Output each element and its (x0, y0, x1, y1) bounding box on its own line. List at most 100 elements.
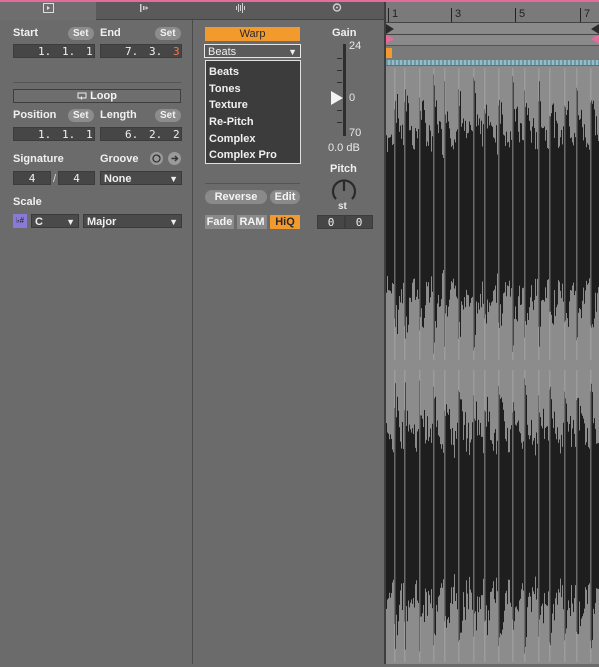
end-marker[interactable] (591, 34, 599, 44)
waveform-sample (451, 444, 452, 588)
length-field[interactable]: 6. 2. 2 (100, 127, 182, 141)
tab-sample[interactable] (192, 2, 289, 20)
groove-select[interactable]: None ▼ (100, 171, 182, 185)
tab-clip[interactable] (0, 2, 96, 20)
waveform-sample (568, 431, 569, 601)
waveform-sample (580, 405, 581, 627)
signature-denominator[interactable]: 4 (58, 171, 95, 185)
warp-mode-select[interactable]: Beats ▼ (204, 44, 301, 58)
transient-line (419, 68, 421, 360)
waveform-sample (508, 141, 509, 287)
scale-mode-select[interactable]: Major ▼ (83, 214, 182, 228)
transient-line (433, 370, 435, 662)
warp-marker[interactable] (386, 48, 392, 58)
waveform-sample (535, 149, 536, 279)
ruler-label: 3 (455, 8, 462, 20)
waveform-sample (527, 115, 528, 313)
start-set-button[interactable]: Set (68, 27, 94, 40)
waveform-sample (560, 137, 561, 291)
waveform-sample (593, 100, 594, 328)
waveform-sample (509, 452, 510, 580)
warp-mode-option[interactable]: Texture (209, 99, 248, 111)
loop-start-marker[interactable] (386, 24, 394, 34)
waveform-sample (573, 145, 574, 283)
waveform-sample (567, 421, 568, 611)
pitch-semitones-field[interactable]: 0 (317, 215, 345, 229)
waveform-sample (437, 420, 438, 612)
waveform-sample (561, 129, 562, 299)
position-set-button[interactable]: Set (68, 109, 94, 122)
waveform-sample (478, 125, 479, 303)
waveform-sample (464, 130, 465, 298)
waveform-sample (516, 108, 517, 320)
waveform-sample (515, 424, 516, 608)
waveform-sample (496, 125, 497, 303)
position-field[interactable]: 1. 1. 1 (13, 127, 95, 141)
waveform-sample (428, 145, 429, 283)
waveform-sample (566, 115, 567, 313)
warp-mode-option[interactable]: Tones (209, 83, 241, 95)
waveform-sample (563, 422, 564, 610)
waveform-sample (400, 441, 401, 591)
groove-commit-icon[interactable] (168, 152, 181, 165)
ram-button[interactable]: RAM (237, 215, 267, 229)
waveform-ruler[interactable]: 1 3 5 7 (386, 2, 599, 23)
waveform-sample (537, 443, 538, 589)
waveform-sample (460, 91, 461, 337)
groove-hot-swap-icon[interactable] (150, 152, 163, 165)
waveform-sample (531, 419, 532, 613)
reverse-button[interactable]: Reverse (205, 190, 267, 204)
position-sixteenth: 1 (86, 128, 93, 141)
waveform-sample (551, 113, 552, 315)
waveform-sample (593, 423, 594, 609)
fade-button[interactable]: Fade (205, 215, 234, 229)
loop-brace-strip[interactable] (386, 23, 599, 46)
warp-toggle[interactable]: Warp (205, 27, 300, 41)
waveform-sample (574, 132, 575, 296)
waveform-sample (528, 435, 529, 597)
waveform-sample (555, 433, 556, 599)
gain-value[interactable]: 0.0 dB (328, 142, 360, 154)
transient-line (498, 68, 500, 360)
start-marker[interactable] (386, 34, 394, 44)
waveform-sample (398, 410, 399, 622)
waveform-sample (556, 439, 557, 593)
waveform-sample (436, 100, 437, 328)
scale-mode-icon[interactable]: ♭# (13, 214, 27, 228)
waveform-display[interactable] (386, 66, 599, 664)
waveform-sample (585, 444, 586, 588)
waveform-sample (594, 109, 595, 319)
pitch-unit: st (338, 201, 347, 212)
waveform-sample (557, 123, 558, 305)
tab-envelopes[interactable] (96, 2, 192, 20)
end-set-button[interactable]: Set (155, 27, 181, 40)
waveform-sample (453, 149, 454, 279)
tab-settings[interactable] (289, 2, 385, 20)
warp-mode-option[interactable]: Complex (209, 133, 255, 145)
warp-mode-option[interactable]: Re-Pitch (209, 116, 254, 128)
waveform-sample (575, 137, 576, 291)
gain-fader-handle[interactable] (331, 91, 343, 105)
edit-button[interactable]: Edit (270, 190, 300, 204)
loop-end-marker[interactable] (591, 24, 599, 34)
waveform-sample (470, 125, 471, 303)
waveform-sample (575, 446, 576, 586)
hiq-button[interactable]: HiQ (270, 215, 300, 229)
waveform-sample (455, 430, 456, 602)
scale-root-select[interactable]: C ▼ (31, 214, 79, 228)
waveform-sample (563, 126, 564, 302)
pitch-cents-field[interactable]: 0 (345, 215, 373, 229)
warp-mode-option[interactable]: Complex Pro (209, 149, 277, 161)
start-field[interactable]: 1. 1. 1 (13, 44, 95, 58)
warp-marker-strip[interactable] (386, 46, 599, 60)
warp-mode-option[interactable]: Beats (209, 66, 239, 78)
waveform-sample (387, 151, 388, 277)
end-field[interactable]: 7. 3. 3 (100, 44, 182, 58)
loop-button[interactable]: Loop (13, 89, 181, 103)
waveform-sample (401, 138, 402, 290)
transient-line (564, 68, 566, 360)
length-set-button[interactable]: Set (155, 109, 181, 122)
waveform-sample (532, 444, 533, 588)
signature-numerator[interactable]: 4 (13, 171, 51, 185)
waveform-sample (561, 434, 562, 598)
